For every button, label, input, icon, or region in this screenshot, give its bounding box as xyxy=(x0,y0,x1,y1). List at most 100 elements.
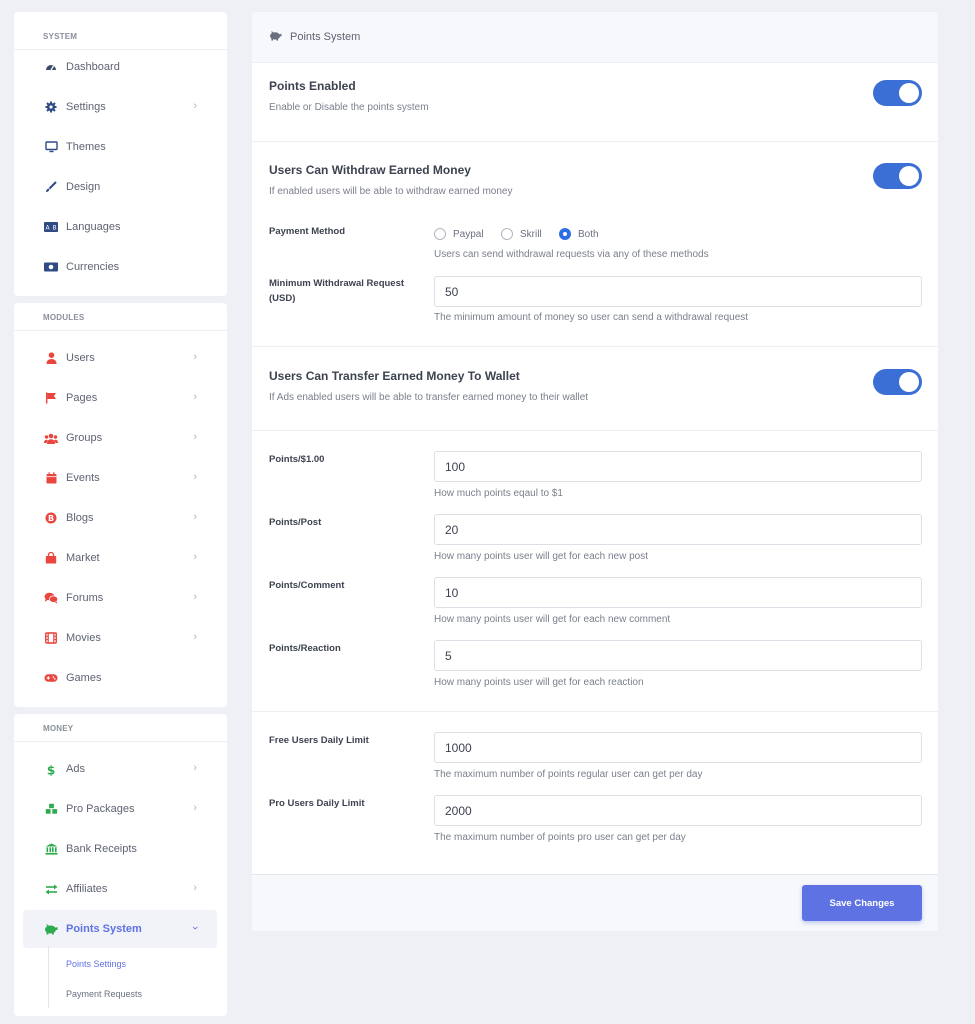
sidebar-heading-modules: Modules xyxy=(14,303,227,331)
sidebar-item-label: Pages xyxy=(66,392,98,404)
min-withdrawal-label: Minimum Withdrawal Request (USD) xyxy=(269,278,405,304)
sidebar-item-pro-packages[interactable]: Pro Packages › xyxy=(23,790,217,828)
sidebar-item-movies[interactable]: Movies › xyxy=(23,619,217,657)
money-bill-icon xyxy=(44,260,58,274)
sidebar-item-users[interactable]: Users › xyxy=(23,339,217,377)
points-per-dollar-input[interactable]: 100 xyxy=(434,451,922,482)
sidebar-item-label: Groups xyxy=(66,432,103,444)
withdraw-toggle[interactable] xyxy=(873,163,922,189)
comments-icon xyxy=(44,591,58,605)
toggle-knob xyxy=(899,166,919,186)
chevron-right-icon: › xyxy=(193,882,197,894)
sidebar-item-groups[interactable]: Groups › xyxy=(23,419,217,457)
sidebar-item-ads[interactable]: $ Ads › xyxy=(23,750,217,788)
pro-limit-input[interactable]: 2000 xyxy=(434,795,922,826)
blog-icon: B xyxy=(44,511,58,525)
sidebar-item-label: Forums xyxy=(66,592,104,604)
sidebar-item-affiliates[interactable]: Affiliates › xyxy=(23,870,217,908)
svg-text:B: B xyxy=(48,514,54,523)
sidebar-item-label: Currencies xyxy=(66,261,120,273)
sidebar-item-themes[interactable]: Themes xyxy=(23,128,217,166)
sidebar-item-dashboard[interactable]: Dashboard xyxy=(23,48,217,86)
sidebar-item-label: Blogs xyxy=(66,512,94,524)
sidebar-heading-money: Money xyxy=(14,714,227,742)
withdraw-title: Users Can Withdraw Earned Money xyxy=(269,163,471,177)
points-enabled-toggle[interactable] xyxy=(873,80,922,106)
transfer-desc: If Ads enabled users will be able to tra… xyxy=(269,392,589,403)
sidebar-item-label: Affiliates xyxy=(66,883,108,895)
toggle-knob xyxy=(899,83,919,103)
sidebar-item-label: Movies xyxy=(66,632,101,644)
radio-skrill[interactable]: Skrill xyxy=(501,228,542,240)
sidebar-item-label: Dashboard xyxy=(66,61,120,73)
radio-label: Skrill xyxy=(520,228,542,240)
payment-method-help: Users can send withdrawal requests via a… xyxy=(434,249,709,260)
chevron-right-icon: › xyxy=(193,591,197,603)
sidebar-item-events[interactable]: Events › xyxy=(23,459,217,497)
submenu-divider xyxy=(48,946,49,1008)
section-divider xyxy=(252,346,938,347)
min-withdrawal-input[interactable]: 50 xyxy=(434,276,922,307)
points-per-post-help: How many points user will get for each n… xyxy=(434,551,648,562)
sidebar-item-currencies[interactable]: Currencies xyxy=(23,248,217,286)
cubes-icon xyxy=(44,802,58,816)
panel-title: Points System xyxy=(290,31,361,43)
shopping-bag-icon xyxy=(44,551,58,565)
points-per-reaction-help: How many points user will get for each r… xyxy=(434,677,644,688)
sidebar-item-design[interactable]: Design xyxy=(23,168,217,206)
toggle-knob xyxy=(899,372,919,392)
radio-label: Both xyxy=(578,228,599,240)
sidebar-item-forums[interactable]: Forums › xyxy=(23,579,217,617)
submenu-item-payment-requests[interactable]: Payment Requests xyxy=(66,989,142,999)
sidebar-item-label: Ads xyxy=(66,763,85,775)
points-per-reaction-input[interactable]: 5 xyxy=(434,640,922,671)
users-icon xyxy=(44,431,58,445)
radio-circle xyxy=(501,228,513,240)
points-per-post-label: Points/Post xyxy=(269,517,322,528)
sidebar-money-card: Money $ Ads › Pro Packages › Bank Receip… xyxy=(14,714,227,1016)
sidebar-item-bank-receipts[interactable]: Bank Receipts xyxy=(23,830,217,868)
sidebar-item-languages[interactable]: AB Languages xyxy=(23,208,217,246)
sidebar-item-label: Market xyxy=(66,552,100,564)
points-per-post-input[interactable]: 20 xyxy=(434,514,922,545)
min-withdrawal-help: The minimum amount of money so user can … xyxy=(434,312,749,323)
sidebar-item-market[interactable]: Market › xyxy=(23,539,217,577)
chevron-right-icon: › xyxy=(193,391,197,403)
piggy-bank-icon xyxy=(44,922,58,936)
sidebar-item-blogs[interactable]: B Blogs › xyxy=(23,499,217,537)
sidebar-modules-card: Modules Users › Pages › Groups › Events … xyxy=(14,303,227,707)
sidebar-item-points-system[interactable]: Points System › xyxy=(23,910,217,948)
gear-icon xyxy=(44,100,58,114)
save-changes-button[interactable]: Save Changes xyxy=(802,885,922,921)
chevron-right-icon: › xyxy=(193,471,197,483)
points-per-comment-input[interactable]: 10 xyxy=(434,577,922,608)
submenu-item-points-settings[interactable]: Points Settings xyxy=(66,959,126,969)
transfer-toggle[interactable] xyxy=(873,369,922,395)
chevron-right-icon: › xyxy=(193,511,197,523)
exchange-icon xyxy=(44,882,58,896)
svg-text:$: $ xyxy=(47,763,55,776)
free-limit-input[interactable]: 1000 xyxy=(434,732,922,763)
sidebar-item-label: Settings xyxy=(66,101,106,113)
sidebar-item-games[interactable]: Games xyxy=(23,659,217,697)
panel-header: Points System xyxy=(252,12,938,63)
desktop-icon xyxy=(44,140,58,154)
sidebar-item-label: Themes xyxy=(66,141,106,153)
points-per-dollar-help: How much points eqaul to $1 xyxy=(434,488,563,499)
piggy-bank-icon xyxy=(269,28,282,46)
sidebar-item-label: Points System xyxy=(66,923,142,935)
chevron-right-icon: › xyxy=(193,551,197,563)
free-limit-help: The maximum number of points regular use… xyxy=(434,769,703,780)
points-per-dollar-label: Points/$1.00 xyxy=(269,454,325,465)
chevron-right-icon: › xyxy=(193,431,197,443)
radio-both[interactable]: Both xyxy=(559,228,599,240)
dashboard-icon xyxy=(44,60,58,74)
radio-paypal[interactable]: Paypal xyxy=(434,228,484,240)
sidebar-item-label: Languages xyxy=(66,221,121,233)
chevron-right-icon: › xyxy=(193,631,197,643)
sidebar-item-label: Events xyxy=(66,472,100,484)
sidebar-item-pages[interactable]: Pages › xyxy=(23,379,217,417)
sidebar-item-settings[interactable]: Settings › xyxy=(23,88,217,126)
points-enabled-title: Points Enabled xyxy=(269,79,356,93)
radio-circle-selected xyxy=(559,228,571,240)
